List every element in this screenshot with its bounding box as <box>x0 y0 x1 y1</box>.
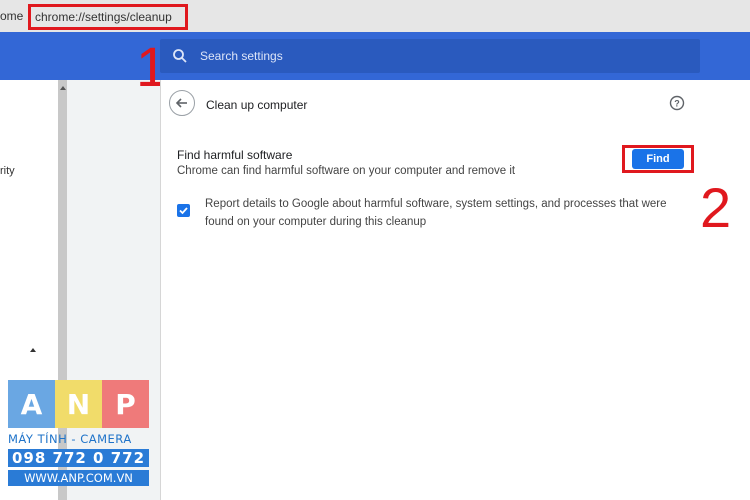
logo-phone: 098 772 0 772 <box>8 449 149 467</box>
scroll-up-arrow-icon[interactable] <box>60 86 66 90</box>
back-button[interactable] <box>169 90 195 116</box>
previous-tab-text: ome <box>0 9 24 23</box>
arrow-back-icon <box>175 98 187 108</box>
logo-letter-n: N <box>55 380 102 428</box>
find-button-highlight: Find <box>622 145 694 173</box>
sidebar-item-security[interactable]: rity <box>0 165 15 177</box>
section-title: Find harmful software <box>177 148 293 162</box>
logo-tagline: MÁY TÍNH - CAMERA <box>8 432 132 446</box>
logo-letter-a: A <box>8 380 55 428</box>
search-input[interactable] <box>198 48 682 64</box>
logo-website: WWW.ANP.COM.VN <box>8 470 149 486</box>
logo-letters: A N P <box>8 380 149 428</box>
search-bar[interactable] <box>160 39 700 73</box>
url-field[interactable]: chrome://settings/cleanup <box>28 4 188 30</box>
cleanup-card: Clean up computer ? Find harmful softwar… <box>160 80 702 500</box>
url-text: chrome://settings/cleanup <box>35 10 172 24</box>
anp-watermark-logo: A N P MÁY TÍNH - CAMERA 098 772 0 772 WW… <box>8 380 149 495</box>
logo-letter-p: P <box>102 380 149 428</box>
settings-header <box>0 32 750 80</box>
section-description: Chrome can find harmful software on your… <box>177 165 516 177</box>
check-icon <box>179 207 188 215</box>
right-margin <box>701 80 750 500</box>
address-bar: ome chrome://settings/cleanup <box>0 0 750 33</box>
find-button[interactable]: Find <box>632 149 684 169</box>
page-title: Clean up computer <box>206 98 308 112</box>
collapse-arrow-icon[interactable] <box>30 348 36 352</box>
report-checkbox[interactable] <box>177 204 190 217</box>
help-icon[interactable]: ? <box>669 95 685 111</box>
svg-text:?: ? <box>674 99 680 109</box>
report-checkbox-label: Report details to Google about harmful s… <box>205 198 667 228</box>
step-2-annotation: 2 <box>700 176 732 239</box>
search-icon <box>173 49 187 63</box>
